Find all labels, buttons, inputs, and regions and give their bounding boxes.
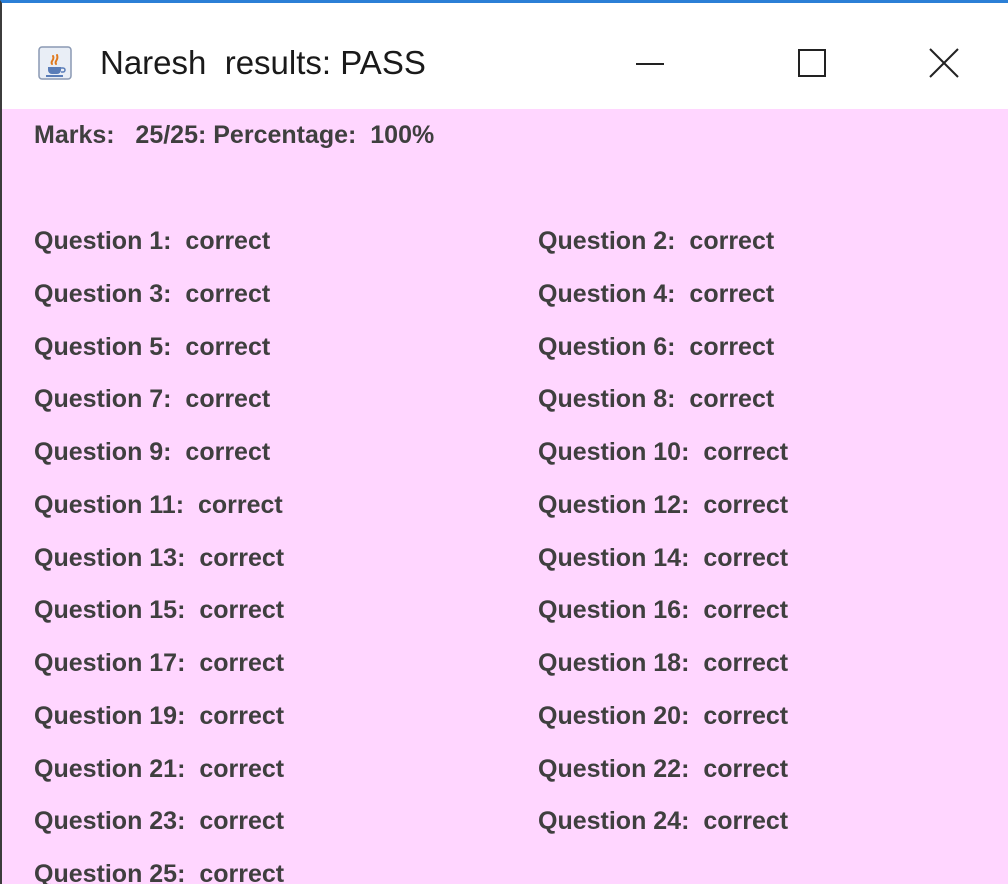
question-status: correct [689, 332, 775, 361]
question-result-14: Question 14: correct [538, 538, 788, 578]
question-label: Question 18: [538, 649, 690, 677]
question-label: Question 21: [34, 754, 186, 783]
question-status: correct [199, 807, 285, 836]
question-result-3: Question 3: correct [34, 274, 270, 314]
question-status: correct [199, 543, 285, 572]
question-status: correct [703, 543, 789, 572]
question-label: Question 16: [538, 596, 690, 625]
question-label: Question 12: [538, 490, 690, 519]
question-label: Question 15: [34, 596, 186, 625]
question-status: correct [703, 490, 789, 519]
question-result-17: Question 17: correct [34, 643, 284, 683]
question-result-23: Question 23: correct [34, 801, 284, 841]
question-result-19: Question 19: correct [34, 696, 284, 736]
question-status: correct [185, 332, 271, 361]
question-status: correct [185, 385, 271, 414]
question-result-6: Question 6: correct [538, 327, 774, 367]
question-result-24: Question 24: correct [538, 801, 788, 841]
question-label: Question 5: [34, 332, 172, 361]
question-label: Question 23: [34, 807, 186, 836]
question-result-9: Question 9: correct [34, 432, 270, 472]
question-label: Question 25: [34, 860, 186, 884]
question-result-13: Question 13: correct [34, 538, 284, 578]
close-icon [924, 43, 964, 88]
question-result-16: Question 16: correct [538, 590, 788, 630]
question-label: Question 11: [34, 490, 185, 519]
question-result-1: Question 1: correct [34, 221, 270, 261]
question-status: correct [703, 807, 789, 836]
question-status: correct [199, 701, 285, 730]
question-status: correct [199, 754, 285, 783]
results-window: Naresh results: PASS Marks: 25/25: Perce… [0, 0, 1008, 884]
question-label: Question 20: [538, 701, 690, 730]
question-label: Question 8: [538, 385, 676, 414]
question-result-20: Question 20: correct [538, 696, 788, 736]
question-status: correct [703, 596, 789, 625]
question-status: correct [199, 596, 285, 625]
java-cup-icon[interactable] [38, 46, 72, 80]
question-result-22: Question 22: correct [538, 749, 788, 789]
question-result-8: Question 8: correct [538, 379, 774, 419]
question-status: correct [703, 754, 789, 783]
question-result-4: Question 4: correct [538, 274, 774, 314]
question-status: correct [197, 490, 283, 519]
question-status: correct [689, 279, 775, 308]
question-result-7: Question 7: correct [34, 379, 270, 419]
question-label: Question 4: [538, 279, 676, 308]
question-label: Question 24: [538, 807, 690, 836]
question-label: Question 3: [34, 279, 172, 308]
question-result-5: Question 5: correct [34, 327, 270, 367]
question-result-2: Question 2: correct [538, 221, 774, 261]
question-status: correct [185, 438, 271, 466]
question-label: Question 14: [538, 543, 690, 572]
results-panel: Marks: 25/25: Percentage: 100% Question … [2, 109, 1008, 884]
close-button[interactable] [894, 29, 994, 101]
question-status: correct [703, 701, 789, 730]
question-result-10: Question 10: correct [538, 432, 788, 472]
question-result-25: Question 25: correct [34, 854, 284, 884]
question-label: Question 2: [538, 227, 676, 255]
question-result-12: Question 12: correct [538, 485, 788, 525]
marks-summary: Marks: 25/25: Percentage: 100% [34, 121, 435, 149]
question-label: Question 10: [538, 438, 690, 466]
question-status: correct [689, 227, 775, 255]
question-status: correct [689, 385, 775, 414]
title-bar[interactable]: Naresh results: PASS [2, 3, 1008, 109]
question-status: correct [185, 279, 271, 308]
question-status: correct [199, 649, 285, 677]
question-status: correct [703, 438, 789, 466]
question-status: correct [185, 227, 271, 255]
question-result-15: Question 15: correct [34, 590, 284, 630]
minimize-button[interactable] [600, 29, 700, 101]
question-label: Question 6: [538, 332, 676, 361]
question-result-18: Question 18: correct [538, 643, 788, 683]
question-label: Question 13: [34, 543, 186, 572]
question-label: Question 9: [34, 438, 172, 466]
question-status: correct [703, 649, 789, 677]
question-status: correct [199, 860, 285, 884]
maximize-button[interactable] [762, 29, 862, 101]
question-label: Question 19: [34, 701, 186, 730]
question-label: Question 17: [34, 649, 186, 677]
question-label: Question 1: [34, 227, 172, 255]
minimize-icon [630, 43, 670, 88]
question-result-11: Question 11: correct [34, 485, 283, 525]
window-title: Naresh results: PASS [100, 44, 426, 81]
question-result-21: Question 21: correct [34, 749, 284, 789]
maximize-icon [792, 43, 832, 88]
question-label: Question 7: [34, 385, 172, 414]
question-label: Question 22: [538, 754, 690, 783]
